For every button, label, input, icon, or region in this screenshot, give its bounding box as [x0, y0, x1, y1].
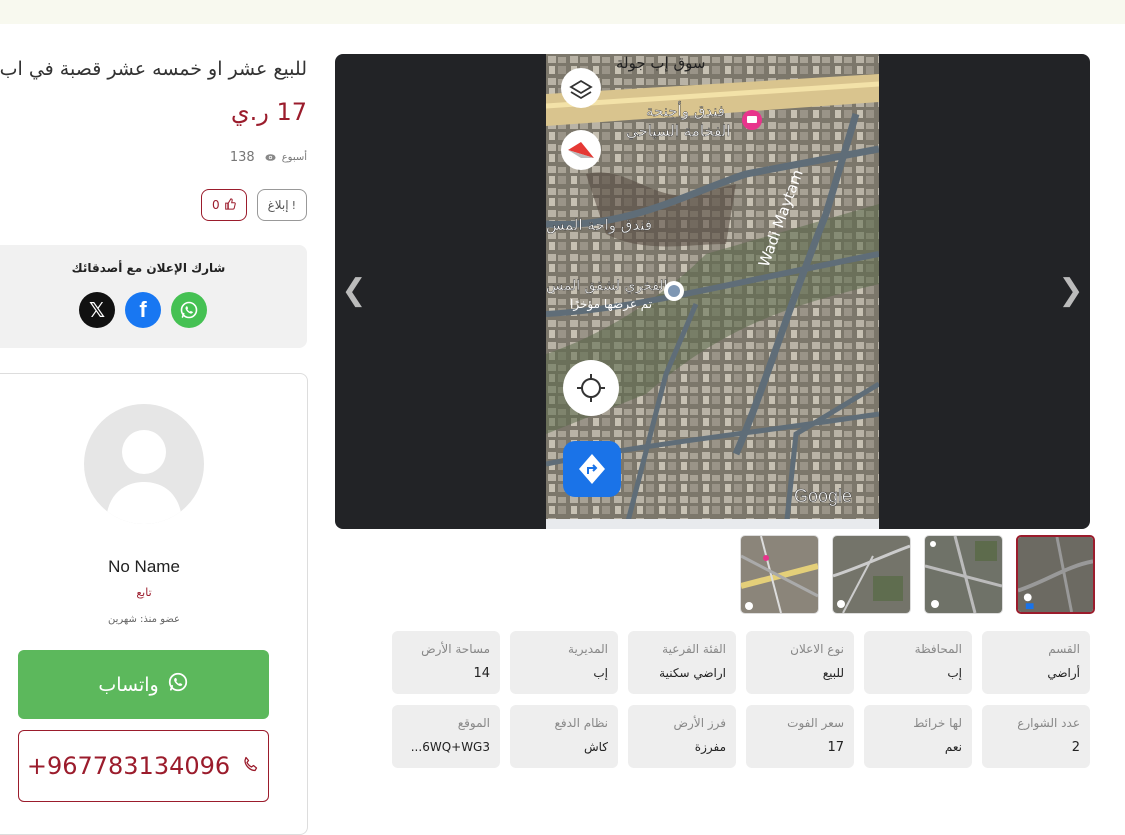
avatar: [84, 404, 204, 524]
listing-actions: ! إبلاغ 0: [200, 189, 307, 221]
detail-label: نظام الدفع: [554, 716, 609, 730]
map-label-place1: الفخري لشقق المس: [546, 278, 667, 294]
map-label-top: سوق إب جولة: [616, 54, 705, 72]
thumbnail-1[interactable]: [740, 535, 819, 614]
posted-time: أسبوع: [281, 152, 307, 163]
alert-icon: !: [291, 198, 296, 212]
detail-value: 6WQ+WG3...: [410, 740, 490, 754]
detail-land-sorting: فرز الأرض مفرزة: [628, 705, 736, 768]
share-box: شارك الإعلان مع أصدقائك 𝕏 f: [0, 245, 307, 348]
detail-category: القسم أراضي: [982, 631, 1090, 694]
views-count: 138: [229, 150, 255, 165]
detail-governorate: المحافظة إب: [864, 631, 972, 694]
social-buttons: 𝕏 f: [79, 292, 207, 328]
whatsapp-button[interactable]: واتساب: [18, 650, 269, 719]
listing-title: للبيع عشر او خمسه عشر قصبة في اب: [0, 58, 307, 80]
x-icon[interactable]: 𝕏: [79, 292, 115, 328]
seller-card: No Name تابع عضو منذ: شهرين واتساب +9677…: [0, 373, 308, 835]
detail-location[interactable]: الموقع 6WQ+WG3...: [392, 705, 500, 768]
detail-value: إب: [947, 666, 962, 680]
detail-value: 17: [827, 740, 844, 755]
map-label-hotel2: فندق واحة المس: [546, 216, 652, 234]
detail-streets-count: عدد الشوارع 2: [982, 705, 1090, 768]
detail-land-area: مساحة الأرض 14: [392, 631, 500, 694]
detail-label: القسم: [1048, 642, 1080, 656]
listing-price: 17 ر.ي: [230, 98, 307, 126]
thumbnail-strip: [740, 535, 1095, 614]
detail-district: المديرية إب: [510, 631, 618, 694]
detail-has-maps: لها خرائط نعم: [864, 705, 972, 768]
detail-payment: نظام الدفع كاش: [510, 705, 618, 768]
phone-icon: [242, 752, 260, 780]
my-location-icon: [563, 360, 619, 416]
thumbs-up-icon: [224, 197, 236, 213]
thumbnail-2[interactable]: [832, 535, 911, 614]
detail-value: للبيع: [822, 666, 844, 680]
map-screenshot-image: سوق إب جولة فندق وأجنحة الفخامة السياحي …: [546, 54, 879, 529]
share-title: شارك الإعلان مع أصدقائك: [71, 261, 226, 275]
detail-label: عدد الشوارع: [1017, 716, 1080, 730]
detail-value: كاش: [583, 740, 608, 754]
seller-name: No Name: [108, 557, 180, 576]
detail-foot-price: سعر الفوت 17: [746, 705, 854, 768]
detail-label: المديرية: [568, 642, 608, 656]
listing-meta: أسبوع 138: [230, 150, 307, 165]
detail-value: إب: [593, 666, 608, 680]
detail-label: لها خرائط: [913, 716, 962, 730]
detail-value: مفرزة: [694, 740, 726, 754]
detail-value: نعم: [944, 740, 962, 754]
report-label: إبلاغ: [267, 198, 289, 212]
member-since: عضو منذ: شهرين: [107, 614, 181, 625]
facebook-icon[interactable]: f: [125, 292, 161, 328]
google-logo: Google: [794, 486, 852, 506]
eye-icon: [265, 152, 276, 163]
phone-number: +967783134096: [26, 752, 231, 780]
detail-value: اراضي سكنية: [659, 666, 726, 680]
thumbnail-4[interactable]: [1016, 535, 1095, 614]
report-button[interactable]: ! إبلاغ: [256, 189, 307, 221]
phone-button[interactable]: +967783134096: [18, 730, 269, 802]
like-button[interactable]: 0: [200, 189, 247, 221]
map-label-place2: تم عرضها مؤخرًا: [570, 297, 652, 312]
whatsapp-label: واتساب: [98, 673, 159, 696]
detail-label: المحافظة: [914, 642, 962, 656]
seller-role: تابع: [136, 586, 152, 599]
top-banner-strip: [0, 0, 1125, 24]
detail-value: 2: [1071, 740, 1080, 755]
detail-label: الموقع: [457, 716, 490, 730]
map-label-hotel1a: فندق وأجنحة: [646, 101, 725, 120]
detail-label: فرز الأرض: [673, 716, 726, 730]
like-count: 0: [211, 198, 220, 212]
detail-label: سعر الفوت: [787, 716, 844, 730]
detail-subcategory: الفئة الفرعية اراضي سكنية: [628, 631, 736, 694]
detail-value: 14: [473, 666, 490, 681]
thumbnail-3[interactable]: [924, 535, 1003, 614]
detail-label: الفئة الفرعية: [662, 642, 726, 656]
detail-ad-type: نوع الاعلان للبيع: [746, 631, 854, 694]
image-gallery: سوق إب جولة فندق وأجنحة الفخامة السياحي …: [335, 54, 1090, 529]
detail-value: أراضي: [1047, 666, 1080, 680]
detail-label: نوع الاعلان: [790, 642, 844, 656]
detail-label: مساحة الأرض: [421, 642, 490, 656]
map-label-hotel1b: الفخامة السياحي: [626, 122, 730, 141]
whatsapp-icon[interactable]: [171, 292, 207, 328]
layers-icon: [561, 68, 601, 108]
map-place-marker-icon: [668, 285, 680, 297]
whatsapp-icon: [167, 671, 189, 698]
chevron-right-icon[interactable]: ❯: [1056, 276, 1086, 306]
chevron-left-icon[interactable]: ❮: [339, 276, 369, 306]
